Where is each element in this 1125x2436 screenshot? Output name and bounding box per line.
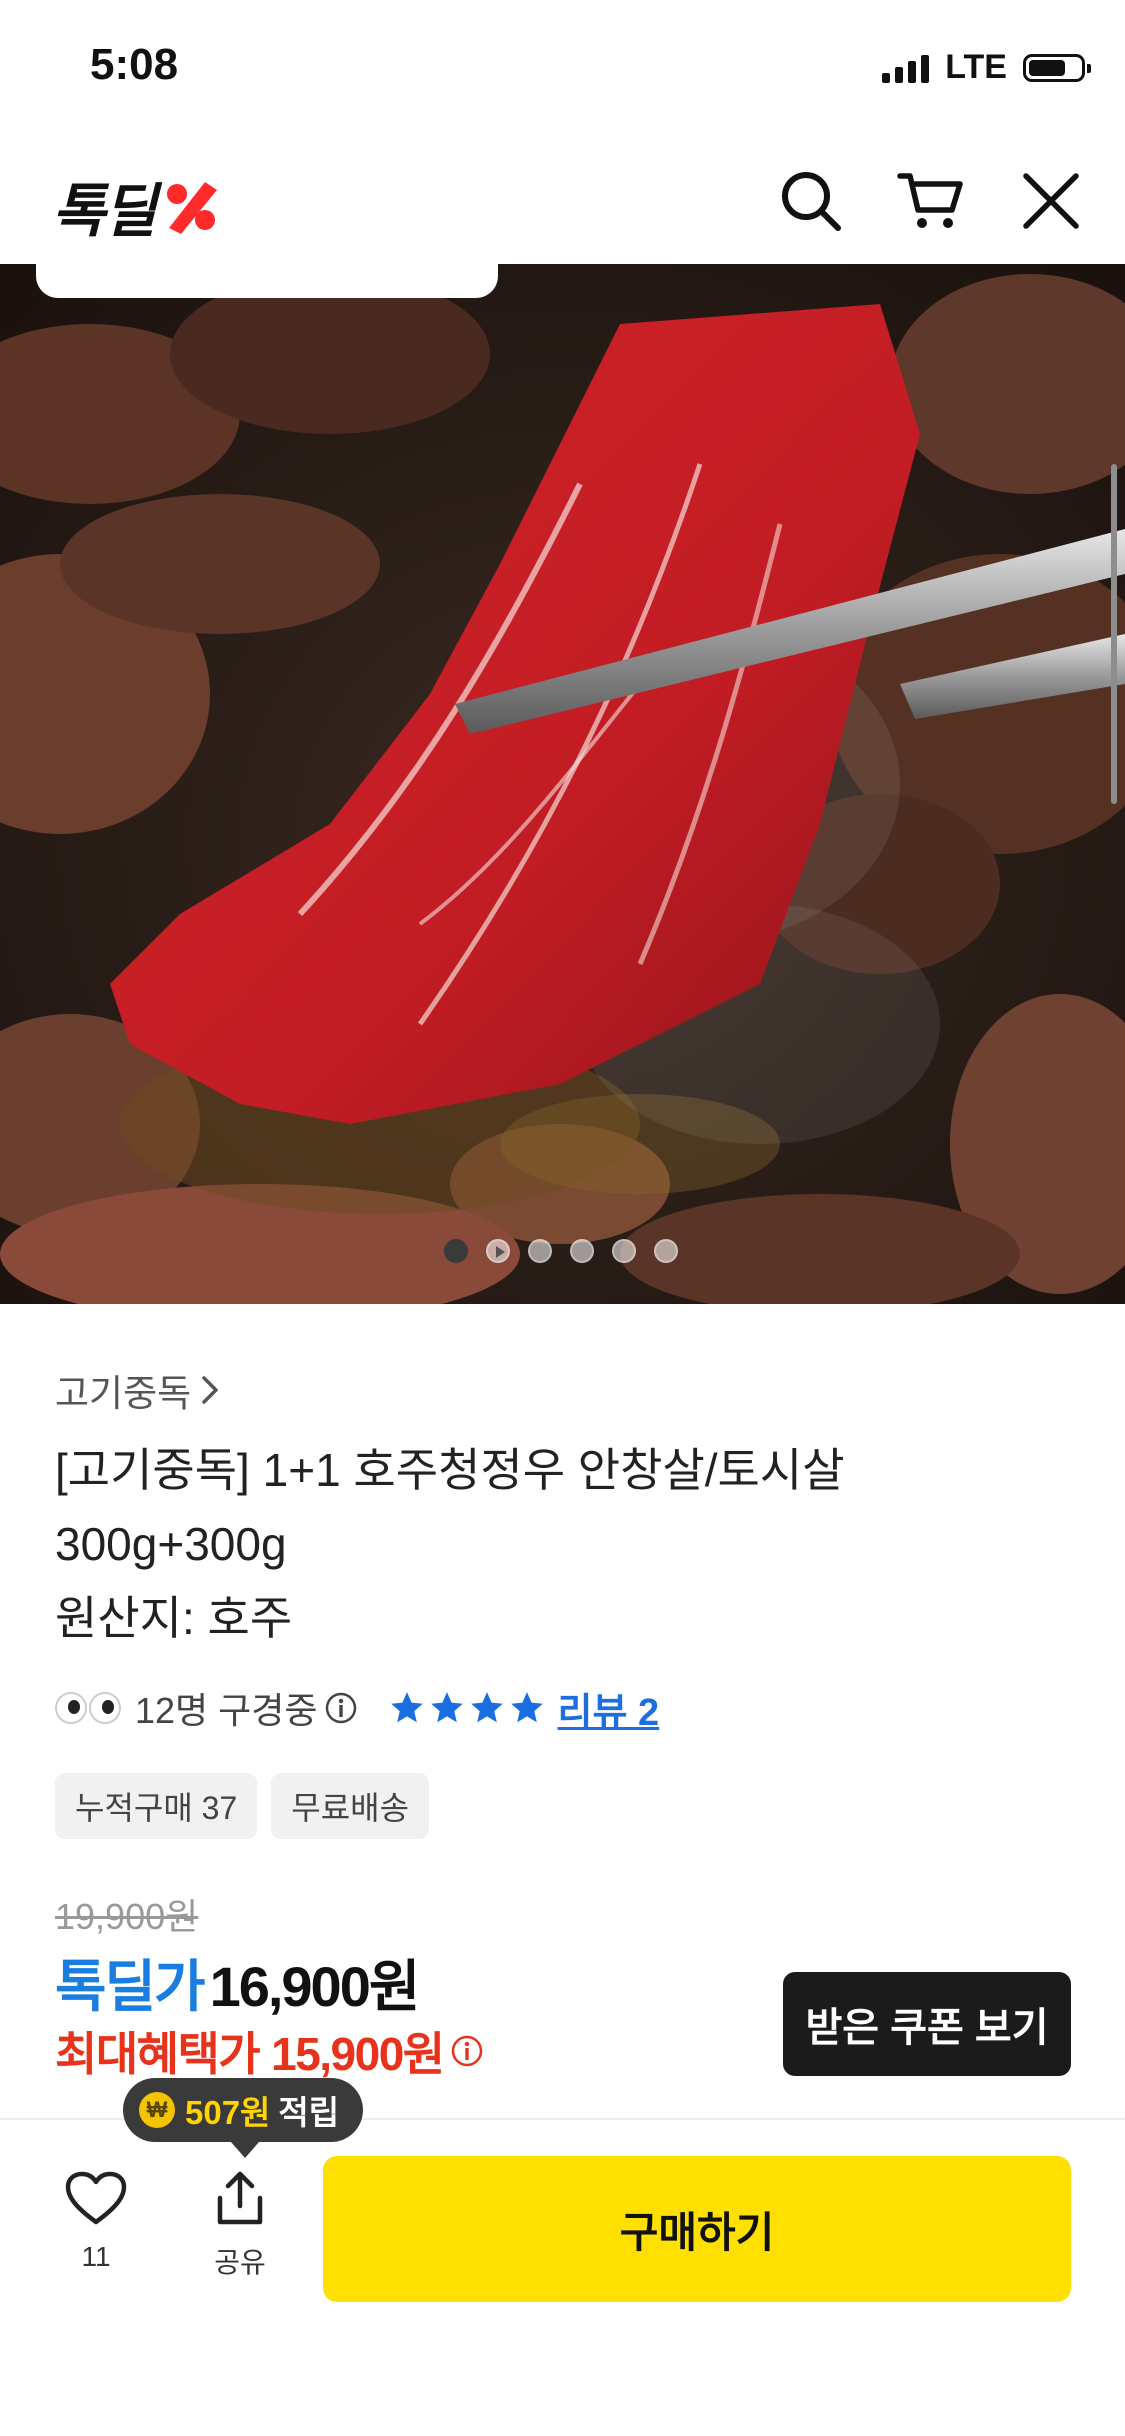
- product-meta-row: 12명 구경중 리뷰 2: [55, 1680, 659, 1736]
- carousel-dots[interactable]: [444, 1239, 678, 1263]
- network-label: LTE: [945, 48, 1007, 86]
- rating-stars: [388, 1689, 546, 1727]
- cart-icon: [897, 173, 963, 228]
- carousel-dot[interactable]: [528, 1239, 552, 1263]
- star-icon: [390, 1692, 423, 1723]
- share-icon: [217, 2171, 263, 2225]
- share-label: 공유: [214, 2247, 266, 2278]
- search-icon: [782, 172, 841, 231]
- tag-free-shipping: 무료배송: [271, 1773, 430, 1839]
- info-icon[interactable]: [450, 2034, 484, 2068]
- percent-logo-icon: [166, 182, 217, 234]
- star-icon: [430, 1692, 463, 1723]
- brand-link[interactable]: 고기중독: [55, 1363, 221, 1417]
- logo-text: 톡딜: [52, 179, 157, 244]
- like-count: 11: [81, 2241, 111, 2272]
- benefit-price: 15,900원: [271, 2028, 445, 2080]
- product-title: [고기중독] 1+1 호주청정우 안창살/토시살 300g+300g 원산지: …: [55, 1433, 1055, 1655]
- product-tags: 누적구매 37 무료배송: [55, 1773, 430, 1839]
- product-photo: [0, 264, 1125, 1304]
- points-label: 적립: [278, 2094, 340, 2131]
- chevron-right-icon: [202, 1376, 218, 1404]
- carousel-dot[interactable]: [654, 1239, 678, 1263]
- status-bar: 5:08 LTE: [0, 0, 1125, 140]
- eyes-icon: [55, 1692, 121, 1724]
- signal-icon: [882, 53, 930, 83]
- product-origin: 원산지: 호주: [55, 1592, 293, 1644]
- product-image-carousel[interactable]: [0, 264, 1125, 1304]
- brand-name: 고기중독: [55, 1373, 192, 1414]
- benefit-price-row: 최대혜택가 15,900원: [55, 2018, 484, 2084]
- deal-price: 16,900원: [209, 1955, 421, 2018]
- close-icon: [1023, 173, 1079, 229]
- app-header: 톡딜: [0, 140, 1125, 264]
- share-button[interactable]: 공유: [200, 2168, 280, 2281]
- status-icons: LTE: [882, 48, 1091, 87]
- star-icon: [470, 1692, 503, 1723]
- info-icon[interactable]: [324, 1691, 358, 1725]
- heart-icon: [65, 2171, 127, 2225]
- play-icon[interactable]: [486, 1239, 510, 1263]
- carousel-dot[interactable]: [612, 1239, 636, 1263]
- search-button[interactable]: [776, 166, 846, 236]
- scrollbar[interactable]: [1111, 464, 1117, 804]
- deal-timer-badge: [36, 264, 498, 298]
- coin-icon: ₩: [139, 2092, 175, 2128]
- logo[interactable]: 톡딜: [52, 164, 221, 248]
- buy-button[interactable]: 구매하기: [323, 2156, 1071, 2302]
- tag-purchases: 누적구매 37: [55, 1773, 258, 1839]
- deal-label: 톡딜가: [55, 1955, 206, 2018]
- product-title-line: 300g+300g: [55, 1518, 287, 1570]
- deal-price-row: 톡딜가 16,900원: [55, 1942, 421, 2023]
- carousel-dot[interactable]: [570, 1239, 594, 1263]
- review-link[interactable]: 리뷰 2: [558, 1681, 660, 1736]
- view-coupons-button[interactable]: 받은 쿠폰 보기: [783, 1972, 1071, 2076]
- original-price: 19,900원: [55, 1896, 199, 1937]
- product-title-line: [고기중독] 1+1 호주청정우 안창살/토시살: [55, 1444, 845, 1496]
- star-icon: [510, 1692, 543, 1723]
- points-amount: 507원: [185, 2094, 271, 2131]
- like-button[interactable]: 11: [58, 2170, 134, 2273]
- battery-icon: [1023, 53, 1091, 82]
- status-time: 5:08: [90, 40, 179, 89]
- close-button[interactable]: [1016, 166, 1086, 236]
- points-tooltip: ₩ 507원 적립: [123, 2078, 364, 2158]
- viewer-count: 12명 구경중: [135, 1690, 318, 1731]
- benefit-label: 최대혜택가: [55, 2028, 261, 2080]
- cart-button[interactable]: [896, 166, 966, 236]
- carousel-dot[interactable]: [444, 1239, 468, 1263]
